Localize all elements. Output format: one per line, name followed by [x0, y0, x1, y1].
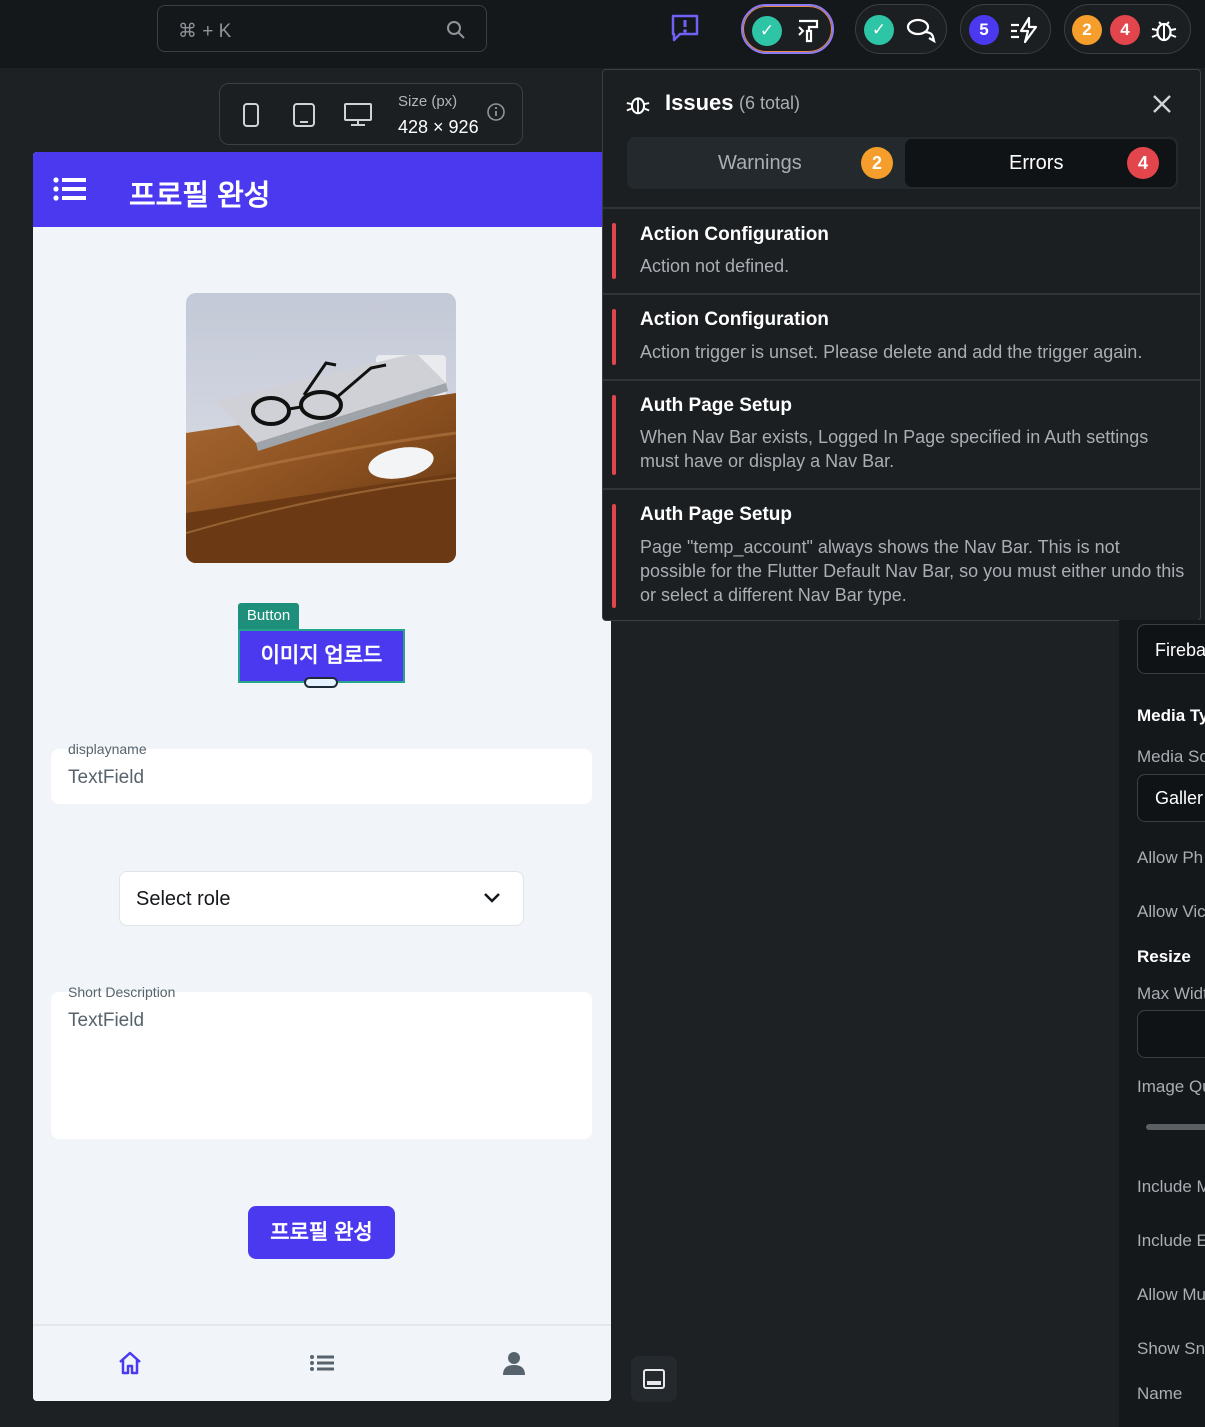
person-icon[interactable] — [501, 1350, 527, 1376]
tab-warnings[interactable]: Warnings 2 — [629, 139, 903, 187]
issue-title: Auth Page Setup — [640, 395, 793, 416]
search-icon — [446, 20, 466, 45]
media-source-label: Media So — [1137, 747, 1205, 766]
errors-count-badge: 4 — [1110, 15, 1140, 45]
panel-edge — [1201, 69, 1205, 621]
size-value[interactable]: 428 × 926 — [398, 117, 479, 138]
lightning-icon — [1011, 16, 1038, 44]
resize-handle[interactable] — [304, 677, 338, 688]
check-icon: ✓ — [752, 16, 782, 46]
chevron-down-icon — [484, 893, 500, 903]
menu-list-icon[interactable] — [53, 176, 87, 202]
resize-heading: Resize — [1137, 947, 1191, 966]
tab-warnings-label: Warnings — [718, 152, 802, 174]
paint-brush-icon — [798, 19, 819, 43]
chat-bubbles-icon — [906, 18, 936, 44]
check-icon: ✓ — [864, 15, 894, 45]
actions-count-badge: 5 — [969, 15, 999, 45]
short-description-value: TextField — [68, 1010, 145, 1031]
tablet-device-icon[interactable] — [292, 102, 316, 128]
bottom-nav-bar — [33, 1324, 611, 1401]
comments-pill[interactable]: ✓ — [855, 4, 947, 54]
include-m-label: Include M — [1137, 1177, 1205, 1196]
panel-toggle-button[interactable] — [631, 1356, 677, 1402]
bottom-panel-icon — [643, 1369, 665, 1389]
include-e-label: Include E — [1137, 1231, 1205, 1250]
source-select[interactable]: Firebas — [1137, 624, 1205, 674]
issues-total: (6 total) — [739, 93, 801, 113]
issue-description: Page "temp_account" always shows the Nav… — [640, 537, 1185, 605]
short-description-field[interactable]: Short Description TextField — [51, 984, 592, 1139]
issues-tabs: Warnings 2 Errors 4 — [627, 137, 1178, 189]
error-indicator — [612, 504, 616, 608]
page-title: 프로필 완성 — [129, 180, 271, 212]
image-quality-slider[interactable] — [1146, 1124, 1205, 1130]
complete-profile-button[interactable]: 프로필 완성 — [248, 1206, 395, 1259]
issue-item[interactable]: Auth Page Setup When Nav Bar exists, Log… — [603, 381, 1200, 488]
issues-pill[interactable]: 2 4 — [1064, 4, 1191, 54]
info-icon[interactable] — [486, 102, 506, 122]
command-search[interactable]: ⌘ + K — [157, 5, 487, 52]
home-icon[interactable] — [117, 1350, 143, 1376]
size-label: Size (px) — [398, 93, 458, 110]
search-placeholder: ⌘ + K — [178, 21, 232, 42]
warnings-badge: 2 — [861, 147, 893, 179]
role-dropdown-value: Select role — [136, 888, 231, 910]
displayname-label: displayname — [68, 741, 147, 758]
upload-image-button[interactable]: 이미지 업로드 — [238, 629, 405, 683]
error-indicator — [612, 309, 616, 365]
media-type-heading: Media Ty — [1137, 706, 1205, 725]
issue-item[interactable]: Action Configuration Action trigger is u… — [603, 295, 1200, 379]
report-issue-icon[interactable] — [668, 12, 702, 49]
issue-description: Action trigger is unset. Please delete a… — [640, 342, 1143, 362]
issues-title: Issues — [665, 90, 734, 115]
image-quality-label: Image Qu — [1137, 1077, 1205, 1096]
errors-badge: 4 — [1127, 147, 1159, 179]
max-width-label: Max Widt — [1137, 984, 1205, 1003]
allow-photo-label: Allow Ph — [1137, 848, 1204, 867]
role-dropdown[interactable]: Select role — [119, 871, 524, 926]
issue-item[interactable]: Auth Page Setup Page "temp_account" alwa… — [603, 490, 1200, 620]
issue-item[interactable]: Action Configuration Action not defined. — [603, 209, 1200, 293]
issue-description: Action not defined. — [640, 256, 790, 276]
issue-title: Action Configuration — [640, 224, 829, 245]
displayname-value: TextField — [68, 767, 145, 788]
name-label: Name — [1137, 1384, 1183, 1403]
bug-icon — [626, 97, 650, 115]
short-description-label: Short Description — [68, 984, 176, 1001]
profile-image[interactable] — [186, 293, 456, 563]
app-bar: 프로필 완성 — [33, 152, 611, 227]
properties-panel: Firebas Media Ty Media So Galler Allow P… — [1119, 620, 1205, 1427]
issue-title: Auth Page Setup — [640, 504, 793, 525]
list-icon[interactable] — [309, 1350, 335, 1376]
max-width-input[interactable] — [1137, 1010, 1205, 1058]
allow-video-label: Allow Vic — [1137, 902, 1205, 921]
error-indicator — [612, 395, 616, 475]
displayname-field[interactable]: displayname TextField — [51, 741, 592, 804]
error-indicator — [612, 223, 616, 279]
phone-canvas: 프로필 완성 Button 이미지 업로드 displayname TextFi… — [33, 152, 611, 1401]
phone-device-icon[interactable] — [242, 102, 260, 128]
media-source-select[interactable]: Galler — [1137, 774, 1205, 822]
close-icon[interactable] — [1151, 93, 1173, 115]
issues-panel: Issues (6 total) Warnings 2 Errors 4 Act… — [602, 69, 1201, 621]
tab-errors-label: Errors — [1009, 152, 1064, 174]
actions-pill[interactable]: 5 — [960, 4, 1051, 54]
source-select-value: Firebas — [1155, 640, 1205, 660]
media-source-value: Galler — [1155, 788, 1204, 808]
issue-description: When Nav Bar exists, Logged In Page spec… — [640, 427, 1149, 471]
warnings-count-badge: 2 — [1072, 15, 1102, 45]
top-toolbar: ⌘ + K ✓ ✓ 5 2 4 — [0, 0, 1205, 68]
allow-multiple-label: Allow Mu — [1137, 1285, 1205, 1304]
theme-check-pill[interactable]: ✓ — [741, 4, 834, 54]
desktop-device-icon[interactable] — [343, 102, 373, 128]
tab-errors[interactable]: Errors 4 — [905, 139, 1176, 187]
issue-title: Action Configuration — [640, 309, 829, 330]
show-snackbar-label: Show Sna — [1137, 1339, 1205, 1358]
selected-widget-tag: Button — [238, 603, 299, 629]
bug-icon — [1151, 21, 1177, 42]
device-size-toolbar: Size (px) 428 × 926 — [219, 83, 523, 145]
